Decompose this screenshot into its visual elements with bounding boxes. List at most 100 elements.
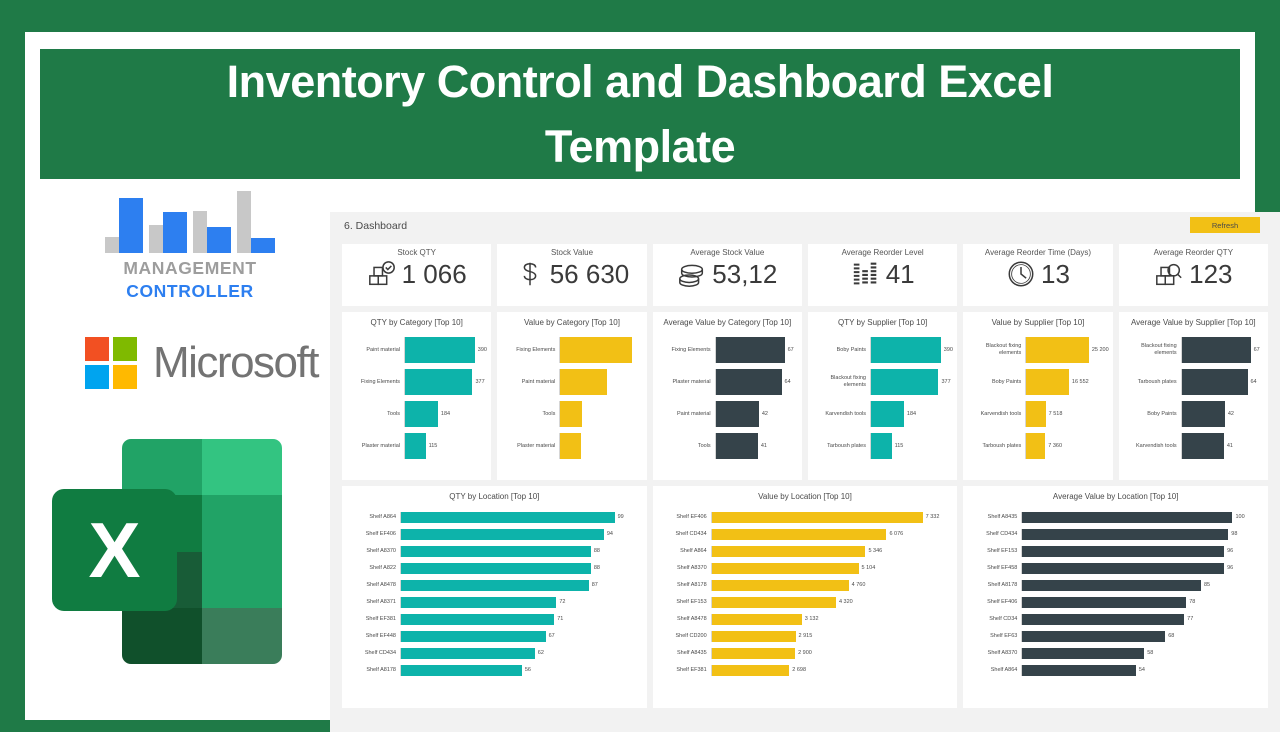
bar-category-label: Paint material bbox=[521, 378, 556, 385]
bar-row: Shelf A8178 85 bbox=[967, 577, 1264, 594]
bar bbox=[1181, 432, 1224, 459]
bar-row: Shelf CD34 77 bbox=[967, 611, 1264, 628]
bar bbox=[711, 596, 836, 608]
bar bbox=[715, 368, 782, 395]
bar-chart: Paint material 390 Fixing Elements 377 Tools… bbox=[346, 335, 487, 461]
bar-row: Shelf CD434 98 bbox=[967, 526, 1264, 543]
bar bbox=[715, 400, 759, 427]
bar-track: 54 bbox=[1021, 664, 1264, 676]
bar-track: 377 bbox=[869, 368, 953, 395]
bar-value-label: 67 bbox=[1253, 346, 1260, 353]
bar-category-label: Shelf EF406 bbox=[365, 531, 396, 537]
bar-value-label: 96 bbox=[1227, 548, 1234, 555]
bar-category-label: Plaster material bbox=[517, 442, 556, 449]
bar-track: 4 320 bbox=[710, 596, 954, 608]
bar-track: 88 bbox=[400, 545, 643, 557]
bar-row: Karvendish tools 41 bbox=[1123, 431, 1264, 461]
chart-row-locations: QTY by Location [Top 10] Shelf A864 99 Shel… bbox=[330, 480, 1280, 708]
bar-category-label: Shelf A8478 bbox=[677, 616, 707, 622]
bar-track: 94 bbox=[400, 528, 643, 540]
bar-track: 58 bbox=[1021, 647, 1264, 659]
bar bbox=[401, 664, 522, 676]
bar-row: Tools bbox=[501, 399, 642, 429]
bar-track: 184 bbox=[404, 400, 487, 427]
bar-category-label: Shelf EF153 bbox=[987, 548, 1018, 554]
bar-track: 85 bbox=[1021, 579, 1264, 591]
bar-value-label: 64 bbox=[784, 378, 791, 385]
bar-value-label: 88 bbox=[593, 565, 600, 572]
bar-value-label: 54 bbox=[1138, 667, 1145, 674]
bar-track: 67 bbox=[714, 336, 798, 363]
bar bbox=[1181, 336, 1251, 363]
bar bbox=[1022, 562, 1225, 574]
bar bbox=[711, 613, 802, 625]
kpi-card: Average Reorder Level 41 bbox=[807, 244, 958, 306]
bar-value-label: 88 bbox=[593, 548, 600, 555]
bar bbox=[870, 400, 904, 427]
refresh-button[interactable]: Refresh bbox=[1190, 217, 1260, 233]
bar-row: Fixing Elements bbox=[501, 335, 642, 365]
dashboard-header: 6. Dashboard Refresh bbox=[330, 212, 1280, 244]
bar-track: 88 bbox=[400, 562, 643, 574]
bar-category-label: Shelf A8370 bbox=[987, 650, 1018, 656]
kpi-row: Stock QTY 1 066 Stock Value 56 630 Average S… bbox=[330, 244, 1280, 306]
bar-chart: Boby Paints 390 Blackout fixing elements 37… bbox=[812, 335, 953, 461]
bar-track: 56 bbox=[400, 664, 643, 676]
bar-category-label: Karvendish tools bbox=[1135, 442, 1177, 449]
bar-row: Shelf A864 5 346 bbox=[657, 543, 954, 560]
microsoft-wordmark: Microsoft bbox=[153, 338, 319, 387]
chart-title: Average Value by Supplier [Top 10] bbox=[1130, 318, 1256, 327]
kpi-label: Average Stock Value bbox=[690, 248, 765, 257]
bar-row: Shelf EF406 94 bbox=[346, 526, 643, 543]
dashboard-screenshot: 6. Dashboard Refresh Stock QTY 1 066 Stock… bbox=[330, 212, 1280, 732]
microsoft-squares-icon bbox=[85, 337, 137, 389]
bar-row: Plaster material 64 bbox=[657, 367, 798, 397]
bar-row: Blackout fixing elements 25 200 bbox=[967, 335, 1109, 365]
bar-track: 96 bbox=[1021, 545, 1264, 557]
bar bbox=[405, 368, 473, 395]
bar-category-label: Shelf CD200 bbox=[675, 633, 707, 639]
bar-track: 6 076 bbox=[710, 528, 954, 540]
bar bbox=[711, 647, 796, 659]
bar-category-label: Tarboush plates bbox=[827, 442, 866, 449]
poster-banner: Inventory Control and Dashboard Excel Te… bbox=[40, 49, 1240, 179]
bar-category-label: Fixing Elements bbox=[671, 346, 711, 353]
bar-value-label: 115 bbox=[428, 442, 438, 449]
bar-row: Shelf CD434 6 076 bbox=[657, 526, 954, 543]
bar-category-label: Tarboush plates bbox=[982, 442, 1022, 449]
bar-value-label: 377 bbox=[941, 378, 951, 385]
bar bbox=[715, 432, 758, 459]
bar-chart: Shelf A8435 100 Shelf CD434 98 Shelf EF153 96… bbox=[967, 509, 1264, 679]
bar-value-label: 42 bbox=[761, 410, 768, 417]
bar-chart: Shelf EF406 7 332 Shelf CD434 6 076 Shelf A8… bbox=[657, 509, 954, 679]
bar-track: 7 518 bbox=[1025, 400, 1108, 427]
kpi-label: Stock Value bbox=[550, 248, 594, 257]
bar-value-label: 390 bbox=[477, 346, 487, 353]
chart-card: QTY by Category [Top 10] Paint material 39… bbox=[342, 312, 492, 480]
bar-category-label: Tools bbox=[387, 410, 400, 417]
bar-row: Shelf EF381 71 bbox=[346, 611, 643, 628]
bar bbox=[401, 562, 591, 574]
bar-category-label: Shelf A8178 bbox=[987, 582, 1018, 588]
bar-row: Shelf A864 99 bbox=[346, 509, 643, 526]
levels-icon bbox=[851, 259, 881, 289]
bar-row: Boby Paints 16 552 bbox=[967, 367, 1108, 397]
bar-category-label: Plaster material bbox=[361, 442, 400, 449]
bar-track: 5 346 bbox=[710, 545, 954, 557]
bar-category-label: Shelf EF458 bbox=[987, 565, 1018, 571]
bar-row: Shelf EF458 96 bbox=[967, 560, 1264, 577]
bar-value-label: 4 320 bbox=[838, 599, 853, 606]
bar-row: Boby Paints 42 bbox=[1123, 399, 1264, 429]
bar-value-label: 6 076 bbox=[889, 531, 904, 538]
bar-value-label: 2 900 bbox=[798, 650, 812, 657]
bar-category-label: Karvendish tools bbox=[825, 410, 866, 417]
bar-category-label: Shelf A8370 bbox=[677, 565, 707, 571]
kpi-label: Average Reorder Time (Days) bbox=[984, 248, 1092, 257]
bar-track: 2 915 bbox=[710, 630, 954, 642]
bar bbox=[870, 336, 941, 363]
chart-card: Value by Supplier [Top 10] Blackout fixin… bbox=[963, 312, 1113, 480]
bar-category-label: Shelf EF63 bbox=[990, 633, 1018, 639]
bar-track: 7 360 bbox=[1025, 432, 1108, 459]
bar-chart: Blackout fixing elements 25 200 Boby Paint… bbox=[967, 335, 1109, 461]
bar-row: Shelf A8478 87 bbox=[346, 577, 643, 594]
